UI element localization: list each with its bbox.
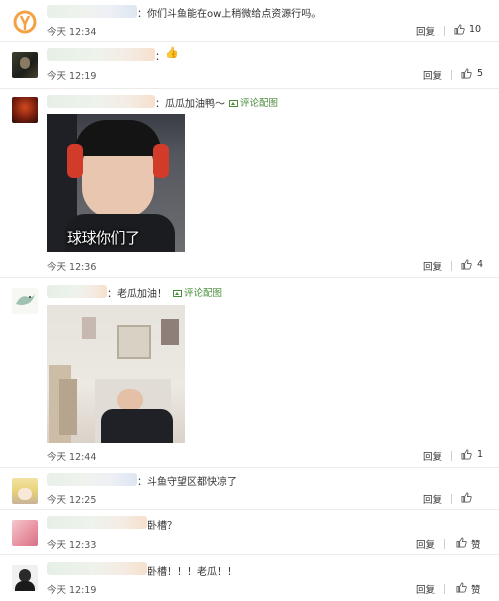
thumbs-up-icon[interactable]	[454, 24, 465, 35]
thumbs-up-icon[interactable]	[456, 537, 467, 548]
like-label[interactable]: 赞	[471, 582, 481, 596]
divider	[451, 261, 452, 271]
username[interactable]	[47, 516, 147, 529]
like-label[interactable]: 赞	[471, 537, 481, 551]
comment-image-link[interactable]: 评论配图	[229, 95, 278, 109]
thumbs-up-icon[interactable]	[461, 259, 472, 270]
username[interactable]	[47, 285, 107, 298]
comment-time: 今天 12:36	[47, 262, 97, 273]
comment-item: ：斗鱼守望区都快凉了 今天 12:25 回复	[0, 468, 499, 510]
comment-time: 今天 12:44	[47, 452, 97, 463]
comment-image[interactable]: 球球你们了	[47, 114, 185, 252]
username[interactable]	[47, 95, 155, 108]
comment-time: 今天 12:34	[47, 27, 97, 38]
pink-avatar[interactable]	[12, 520, 38, 546]
divider	[451, 451, 452, 461]
user-avatar[interactable]	[12, 97, 38, 123]
like-count: 10	[469, 24, 482, 35]
like-count: 4	[477, 259, 484, 270]
thumbs-up-icon[interactable]	[461, 68, 472, 79]
divider	[444, 584, 445, 594]
comment-item: ：老瓜加油！ 评论配图 今天 12:44 回复 1	[0, 278, 499, 468]
image-icon	[229, 100, 238, 107]
anime-avatar[interactable]	[12, 478, 38, 504]
image-icon	[173, 290, 182, 297]
comment-time: 今天 12:19	[47, 585, 97, 596]
comment-text: ：	[155, 52, 165, 63]
comment-text: 卧槽！！！老瓜！！	[147, 567, 237, 578]
reply-button[interactable]: 回复	[416, 582, 435, 596]
user-avatar[interactable]	[12, 565, 38, 591]
image-caption: 球球你们了	[67, 229, 140, 247]
username[interactable]	[47, 473, 137, 486]
like-count: 1	[477, 449, 484, 460]
comment-text: ：老瓜加油！	[107, 289, 167, 300]
username[interactable]	[47, 562, 147, 575]
comment-time: 今天 12:33	[47, 540, 97, 551]
divider	[444, 26, 445, 36]
thumbs-up-emoji-icon: 👍	[165, 46, 179, 59]
reply-button[interactable]: 回复	[416, 24, 435, 38]
comment-image-link[interactable]: 评论配图	[173, 285, 222, 299]
like-count: 5	[477, 68, 484, 79]
user-avatar[interactable]	[12, 52, 38, 78]
username[interactable]	[47, 5, 137, 18]
reply-button[interactable]: 回复	[423, 259, 442, 273]
comment-item: ：你们斗鱼能在ow上稍微给点资源行吗。 今天 12:34 回复 10	[0, 0, 499, 42]
reply-button[interactable]: 回复	[423, 68, 442, 82]
thumbs-up-icon[interactable]	[461, 449, 472, 460]
overwatch-logo-avatar[interactable]	[12, 9, 38, 35]
overwatch-logo-icon	[13, 10, 37, 34]
divider	[444, 539, 445, 549]
reply-button[interactable]: 回复	[423, 449, 442, 463]
comment-item: 卧槽？ 今天 12:33 回复 赞	[0, 510, 499, 555]
comment-item: ： 👍 今天 12:19 回复 5	[0, 42, 499, 89]
divider	[451, 494, 452, 504]
username[interactable]	[47, 48, 155, 61]
comment-text: 卧槽？	[147, 521, 177, 532]
bird-icon	[16, 294, 35, 305]
comment-text: ：斗鱼守望区都快凉了	[137, 477, 237, 488]
divider	[451, 70, 452, 80]
thumbs-up-icon[interactable]	[461, 492, 472, 503]
bird-avatar[interactable]	[12, 288, 38, 314]
comment-time: 今天 12:25	[47, 495, 97, 506]
comment-text: ：你们斗鱼能在ow上稍微给点资源行吗。	[137, 9, 322, 20]
comment-item: 卧槽！！！老瓜！！ 今天 12:19 回复 赞	[0, 555, 499, 601]
reply-button[interactable]: 回复	[423, 492, 442, 506]
comment-time: 今天 12:19	[47, 71, 97, 82]
reply-button[interactable]: 回复	[416, 537, 435, 551]
comment-image[interactable]	[47, 305, 185, 443]
comment-item: ：瓜瓜加油鸭～ 评论配图 球球你们了 今天 12:36 回复 4	[0, 89, 499, 278]
thumbs-up-icon[interactable]	[456, 582, 467, 593]
comment-text: ：瓜瓜加油鸭～	[155, 99, 225, 110]
